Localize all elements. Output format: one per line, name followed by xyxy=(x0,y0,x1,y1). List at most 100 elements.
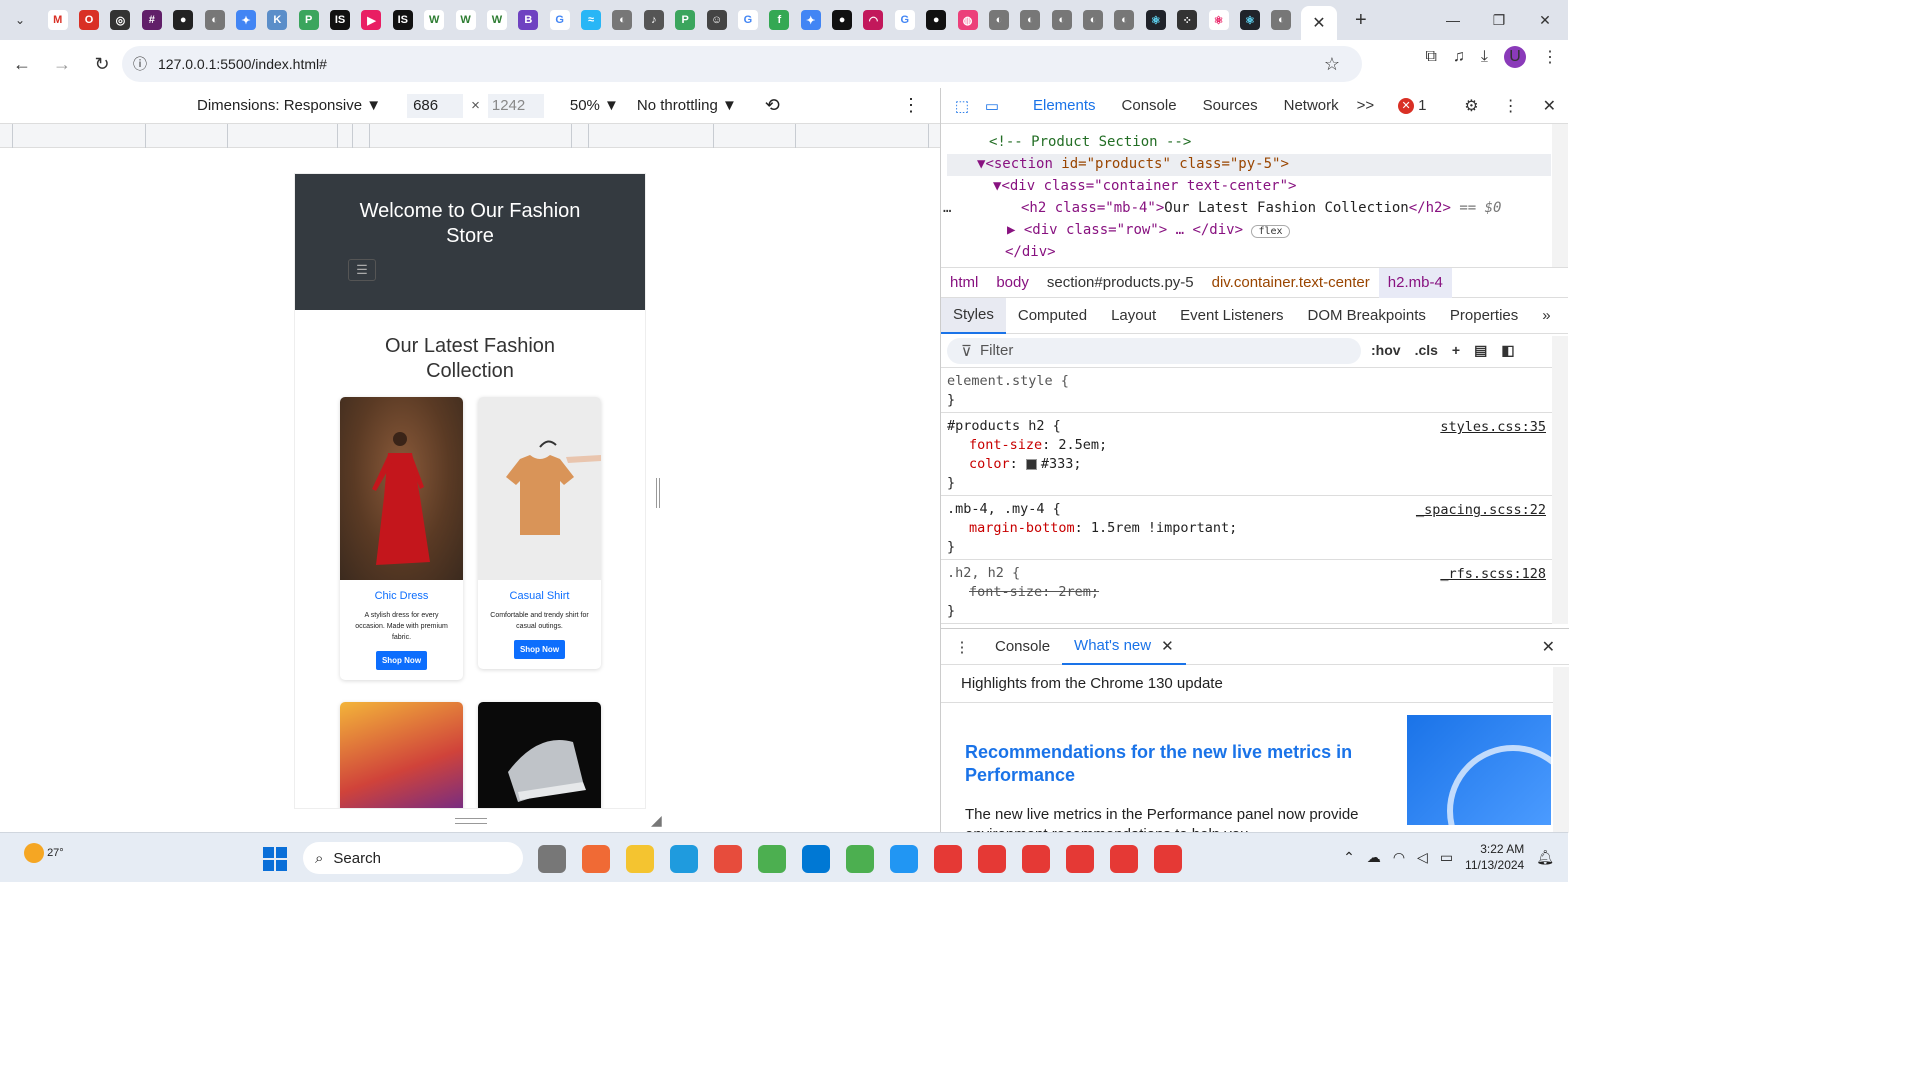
css-property[interactable]: color: #333; xyxy=(969,455,1562,474)
tab-google-2[interactable]: G xyxy=(737,10,758,30)
chrome-app-icon[interactable] xyxy=(978,845,1006,873)
overridden-property[interactable]: font-size: 2rem; xyxy=(969,583,1562,602)
chrome-app-icon[interactable] xyxy=(1110,845,1138,873)
dom-scrollbar[interactable] xyxy=(1552,124,1568,267)
start-button[interactable] xyxy=(263,847,287,871)
tab-slack[interactable]: # xyxy=(141,10,162,30)
tab-is-2[interactable]: IS xyxy=(392,10,413,30)
chrome-profile-icon[interactable] xyxy=(846,845,874,873)
rule-source-link[interactable]: _rfs.scss:128 xyxy=(1440,566,1546,582)
battery-icon[interactable]: ▭ xyxy=(1440,849,1453,866)
dom-node-div-close[interactable]: </div> xyxy=(1005,244,1056,260)
subtab-layout[interactable]: Layout xyxy=(1099,298,1168,334)
tab-globe-5[interactable]: ◐ xyxy=(1051,10,1072,30)
tab-globe-4[interactable]: ◐ xyxy=(1020,10,1041,30)
news-title[interactable]: Recommendations for the new live metrics… xyxy=(965,741,1365,787)
wifi-icon[interactable]: ◠ xyxy=(1393,849,1405,866)
paint-icon[interactable]: ▤ xyxy=(1474,342,1487,359)
collapse-arrow-icon[interactable]: ▶ xyxy=(1007,222,1015,238)
tab-network[interactable]: Network xyxy=(1284,97,1339,114)
rule-selector[interactable]: element.style { xyxy=(947,372,1562,391)
restore-icon[interactable]: ❐ xyxy=(1476,0,1522,40)
tab-react-1[interactable]: ⚛ xyxy=(1145,10,1166,30)
download-icon[interactable]: ⤓ xyxy=(1481,48,1488,66)
drawer-menu-icon[interactable]: ⋮ xyxy=(941,638,983,656)
css-property[interactable]: font-size: 2.5em; xyxy=(969,436,1562,455)
resize-handle-corner[interactable]: ◢ xyxy=(651,812,662,829)
chrome-app-icon[interactable] xyxy=(1022,845,1050,873)
chrome-app-icon[interactable] xyxy=(1066,845,1094,873)
drawer-tab-whats-new[interactable]: What's new ✕ xyxy=(1062,629,1186,665)
drawer-tab-console[interactable]: Console xyxy=(983,629,1062,665)
reload-icon[interactable]: ↻ xyxy=(84,46,120,82)
rotate-icon[interactable]: ⟲ xyxy=(765,95,780,116)
ruler-mark[interactable] xyxy=(12,124,13,148)
store-icon[interactable] xyxy=(714,845,742,873)
css-property[interactable]: margin-bottom: 1.5rem !important; xyxy=(969,519,1562,538)
rule-source-link[interactable]: _spacing.scss:22 xyxy=(1416,502,1546,518)
bookmark-star-icon[interactable]: ☆ xyxy=(1324,54,1340,75)
shop-now-button[interactable]: Shop Now xyxy=(513,640,566,659)
browser-menu-icon[interactable]: ⋮ xyxy=(1542,47,1558,67)
dom-node-section[interactable]: ▼<section id="products" class="py-5"> xyxy=(977,156,1289,172)
tab-google-1[interactable]: G xyxy=(549,10,570,30)
tab-search-button[interactable]: ⌄ xyxy=(6,6,34,34)
volume-icon[interactable]: ◁ xyxy=(1417,849,1428,866)
resize-handle-right[interactable] xyxy=(656,478,660,508)
crumb-html[interactable]: html xyxy=(941,268,987,298)
dom-node-container[interactable]: ▼<div class="container text-center"> xyxy=(993,178,1296,194)
extensions-icon[interactable]: ⧉ xyxy=(1425,48,1436,66)
tab-react-3[interactable]: ⚛ xyxy=(1239,10,1260,30)
ruler-mark[interactable] xyxy=(337,124,338,148)
ruler-mark[interactable] xyxy=(369,124,370,148)
weather-widget[interactable]: 27° xyxy=(24,843,64,863)
device-toggle-icon[interactable]: ▭ xyxy=(977,97,1007,115)
sidebar-toggle-icon[interactable]: ◧ xyxy=(1501,342,1514,359)
subtab-event-listeners[interactable]: Event Listeners xyxy=(1168,298,1295,334)
tab-dark-2[interactable]: ● xyxy=(926,10,947,30)
new-tab-button[interactable]: + xyxy=(1355,9,1367,32)
viewport-width-input[interactable]: 686 xyxy=(407,93,464,118)
tab-gemini-2[interactable]: ✦ xyxy=(800,10,821,30)
minimize-icon[interactable]: — xyxy=(1430,0,1476,40)
tab-react-2[interactable]: ⚛ xyxy=(1208,10,1229,30)
chrome-icon[interactable] xyxy=(758,845,786,873)
crumb-section[interactable]: section#products.py-5 xyxy=(1038,268,1203,298)
new-rule-icon[interactable]: + xyxy=(1452,342,1460,359)
dom-node-row[interactable]: ▶ <div class="row"> … </div> flex xyxy=(1007,222,1290,238)
ruler-mark[interactable] xyxy=(795,124,796,148)
tab-console[interactable]: Console xyxy=(1122,97,1177,114)
tab-is-1[interactable]: IS xyxy=(330,10,351,30)
copilot-icon[interactable] xyxy=(582,845,610,873)
more-tabs-icon[interactable]: >> xyxy=(1357,97,1375,114)
ruler-mark[interactable] xyxy=(928,124,929,148)
tab-w-3[interactable]: W xyxy=(486,10,507,30)
vscode-icon[interactable] xyxy=(802,845,830,873)
dimensions-select[interactable]: Dimensions: Responsive ▼ xyxy=(197,97,381,114)
ruler-mark[interactable] xyxy=(145,124,146,148)
edge-icon[interactable] xyxy=(670,845,698,873)
dom-comment[interactable]: <!-- Product Section --> xyxy=(989,134,1191,150)
crumb-container[interactable]: div.container.text-center xyxy=(1203,268,1379,298)
close-tab-icon[interactable]: ✕ xyxy=(1312,13,1325,33)
notification-bell-icon[interactable]: 🔔︎ xyxy=(1536,849,1554,866)
tab-globe-6[interactable]: ◐ xyxy=(1083,10,1104,30)
color-swatch[interactable] xyxy=(1025,458,1037,470)
error-counter[interactable]: ✕ 1 xyxy=(1398,97,1427,114)
close-tab-icon[interactable]: ✕ xyxy=(1161,637,1174,655)
tab-globe-7[interactable]: ◐ xyxy=(1114,10,1135,30)
tab-github[interactable]: ● xyxy=(173,10,194,30)
ruler-mark[interactable] xyxy=(713,124,714,148)
ruler-mark[interactable] xyxy=(227,124,228,148)
tab-google-3[interactable]: G xyxy=(894,10,915,30)
task-view-icon[interactable] xyxy=(538,845,566,873)
ruler-mark[interactable] xyxy=(571,124,572,148)
resize-handle-bottom[interactable] xyxy=(455,818,487,824)
tab-globe-8[interactable]: ◐ xyxy=(1271,10,1292,30)
subtab-styles[interactable]: Styles xyxy=(941,297,1006,334)
media-control-icon[interactable]: ♫ xyxy=(1453,48,1465,66)
tab-gmail[interactable]: M xyxy=(47,10,68,30)
taskbar-search[interactable]: ⌕ Search xyxy=(303,842,523,874)
product-name[interactable]: Casual Shirt xyxy=(478,590,601,602)
viewport-height-input[interactable]: 1242 xyxy=(487,93,544,118)
